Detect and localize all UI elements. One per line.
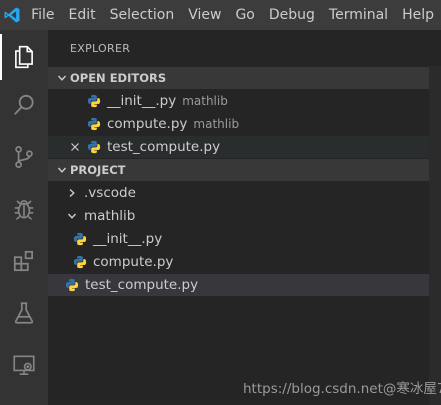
explorer-title: EXPLORER: [70, 42, 131, 55]
open-editors-header[interactable]: OPEN EDITORS: [48, 67, 435, 89]
open-editor-item[interactable]: compute.py mathlib: [48, 113, 441, 135]
close-icon[interactable]: [68, 140, 82, 154]
open-editor-item[interactable]: __init__.py mathlib: [48, 90, 441, 112]
folder-name: .vscode: [84, 185, 136, 201]
menu-file[interactable]: File: [24, 0, 61, 30]
activity-bar: [0, 30, 48, 405]
file-name: compute.py: [107, 116, 188, 132]
menu-edit[interactable]: Edit: [62, 0, 103, 30]
remote-explorer-icon[interactable]: [0, 342, 48, 388]
menu-selection[interactable]: Selection: [103, 0, 182, 30]
menu-bar: File Edit Selection View Go Debug Termin…: [24, 0, 441, 30]
debug-icon[interactable]: [0, 186, 48, 232]
test-flask-icon[interactable]: [0, 290, 48, 336]
menu-debug[interactable]: Debug: [262, 0, 322, 30]
file-item[interactable]: __init__.py: [48, 228, 441, 250]
scrollbar-track[interactable]: [429, 66, 441, 405]
menu-go[interactable]: Go: [228, 0, 261, 30]
python-file-icon: [64, 277, 80, 293]
file-name: compute.py: [93, 254, 174, 270]
python-file-icon: [86, 116, 102, 132]
chevron-right-icon: [64, 185, 80, 201]
file-item[interactable]: compute.py: [48, 251, 441, 273]
open-editors-label: OPEN EDITORS: [70, 71, 167, 85]
menu-view[interactable]: View: [181, 0, 228, 30]
file-folder: mathlib: [193, 117, 240, 131]
title-bar: File Edit Selection View Go Debug Termin…: [0, 0, 441, 30]
file-item[interactable]: test_compute.py: [48, 274, 441, 296]
search-icon[interactable]: [0, 82, 48, 128]
extensions-icon[interactable]: [0, 238, 48, 284]
file-name: test_compute.py: [85, 277, 199, 293]
file-name: test_compute.py: [107, 139, 221, 155]
file-folder: mathlib: [182, 94, 228, 108]
folder-item[interactable]: .vscode: [48, 182, 441, 204]
file-name: __init__.py: [93, 231, 163, 247]
vscode-logo-icon: [0, 0, 24, 30]
chevron-down-icon: [54, 162, 70, 178]
source-control-icon[interactable]: [0, 134, 48, 180]
file-name: __init__.py: [107, 93, 177, 109]
menu-terminal[interactable]: Terminal: [322, 0, 395, 30]
project-label: PROJECT: [70, 163, 126, 177]
menu-help[interactable]: Help: [395, 0, 441, 30]
python-file-icon: [72, 231, 88, 247]
watermark-text: https://blog.csdn.net@寒冰屋7: [243, 381, 441, 397]
folder-item[interactable]: mathlib: [48, 205, 441, 227]
explorer-sidebar: EXPLORER OPEN EDITORS __init__.py mathli…: [48, 30, 441, 405]
folder-name: mathlib: [84, 208, 136, 224]
project-header[interactable]: PROJECT: [48, 159, 435, 181]
python-file-icon: [86, 139, 102, 155]
python-file-icon: [86, 93, 102, 109]
chevron-down-icon: [64, 208, 80, 224]
python-file-icon: [72, 254, 88, 270]
explorer-icon[interactable]: [0, 34, 48, 80]
chevron-down-icon: [54, 70, 70, 86]
open-editor-item[interactable]: test_compute.py: [48, 136, 441, 158]
